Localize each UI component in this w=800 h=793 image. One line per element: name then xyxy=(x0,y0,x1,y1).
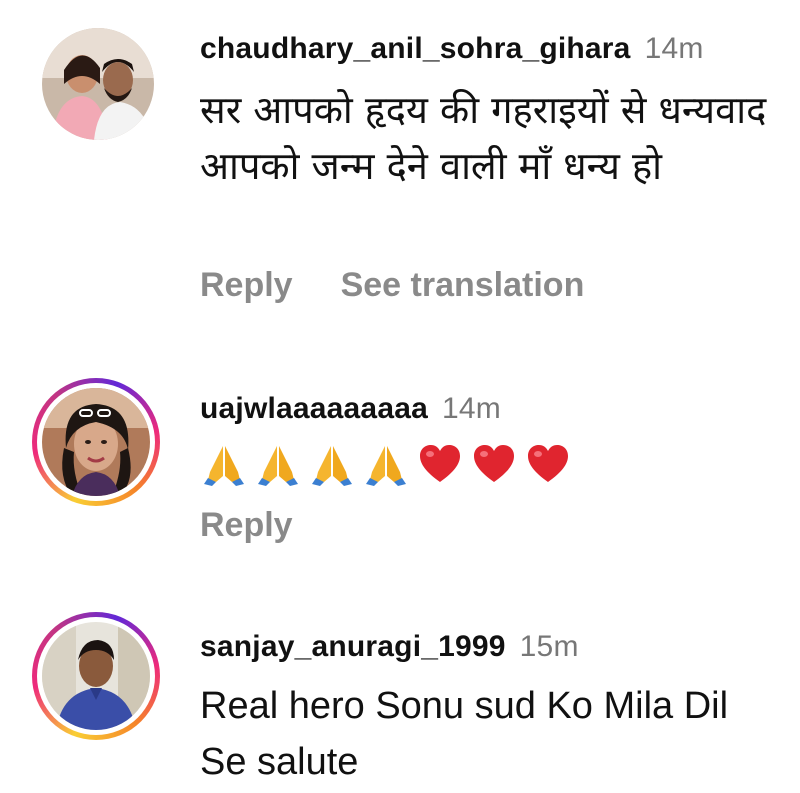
comment-username[interactable]: uajwlaaaaaaaaa 14m xyxy=(200,392,501,426)
folded-hands-icon xyxy=(312,446,352,486)
comment-actions: Reply xyxy=(200,506,293,545)
comment-item: chaudhary_anil_sohra_gihara 14m सर आपको ह… xyxy=(0,0,800,340)
avatar[interactable] xyxy=(42,28,154,140)
reply-button[interactable]: Reply xyxy=(200,506,293,544)
avatar[interactable] xyxy=(42,622,150,730)
folded-hands-icon xyxy=(366,446,406,486)
comment-username[interactable]: chaudhary_anil_sohra_gihara 14m xyxy=(200,32,704,66)
story-ring[interactable] xyxy=(32,378,160,506)
comment-emoji-row xyxy=(202,442,570,486)
folded-hands-icon xyxy=(204,446,244,486)
story-ring[interactable] xyxy=(32,612,160,740)
red-heart-icon xyxy=(474,445,514,482)
comment-timestamp: 14m xyxy=(644,32,704,65)
comment-timestamp: 15m xyxy=(519,630,579,663)
comment-item: uajwlaaaaaaaaa 14m Reply xyxy=(0,370,800,570)
comment-actions: Reply See translation xyxy=(200,266,584,305)
comment-username[interactable]: sanjay_anuragi_1999 15m xyxy=(200,630,579,664)
folded-hands-icon xyxy=(258,446,298,486)
avatar[interactable] xyxy=(42,388,150,496)
comment-item: sanjay_anuragi_1999 15m Real hero Sonu su… xyxy=(0,606,800,793)
red-heart-icon xyxy=(420,445,460,482)
red-heart-icon xyxy=(528,445,568,482)
see-translation-button[interactable]: See translation xyxy=(341,266,585,304)
reply-button[interactable]: Reply xyxy=(200,266,293,304)
comment-timestamp: 14m xyxy=(441,392,501,425)
comment-text: Real hero Sonu sud Ko Mila Dil Se salute xyxy=(200,685,729,783)
comment-text: सर आपको हृदय की गहराइयों से धन्यवाद आपको… xyxy=(200,88,767,188)
